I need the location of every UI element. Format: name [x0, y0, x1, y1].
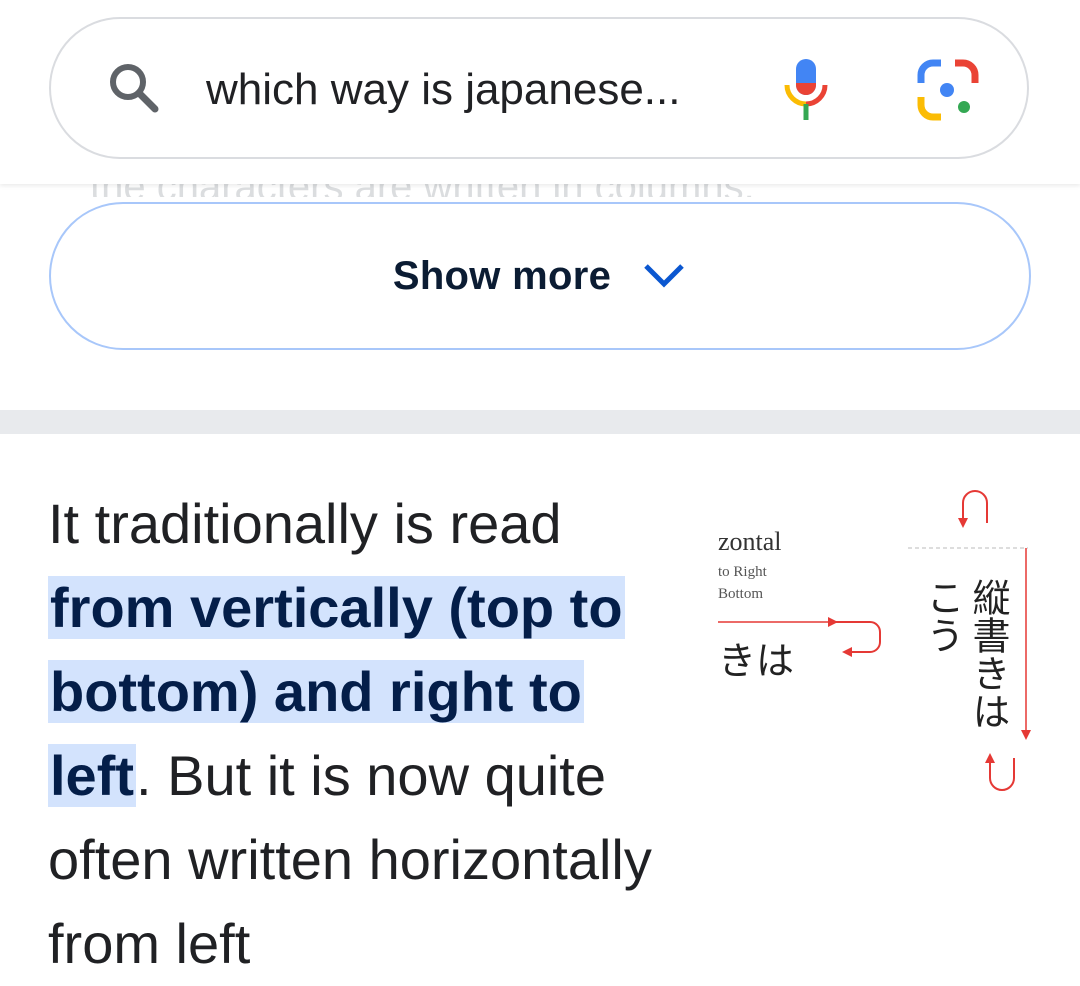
search-box[interactable]: which way is japanese...: [49, 17, 1029, 159]
google-lens-icon[interactable]: [917, 59, 979, 121]
chevron-down-icon: [644, 264, 684, 288]
featured-snippet-text: It traditionally is read from vertically…: [48, 482, 688, 986]
horizontal-label: zontal: [718, 527, 782, 556]
show-more-label: Show more: [392, 253, 612, 298]
vertical-kana-1: 縦書きは: [966, 578, 1010, 730]
snippet-rest: . But it is now quite often written hori…: [48, 744, 652, 975]
horizontal-kana: きは: [718, 639, 794, 683]
search-header: which way is japanese...: [0, 0, 1080, 184]
direction-line-2: Bottom: [718, 586, 763, 602]
vertical-kana-2: こう: [920, 578, 964, 654]
search-icon[interactable]: [105, 59, 161, 115]
microphone-icon[interactable]: [781, 57, 831, 123]
search-query[interactable]: which way is japanese...: [206, 62, 726, 118]
direction-line-1: to Right: [718, 564, 768, 580]
section-divider: [0, 410, 1080, 434]
snippet-lead: It traditionally is read: [48, 492, 562, 555]
snippet-thumbnail-image[interactable]: zontal to Right Bottom きは 縦書きは こう: [718, 478, 1080, 808]
show-more-button[interactable]: Show more: [49, 202, 1031, 350]
